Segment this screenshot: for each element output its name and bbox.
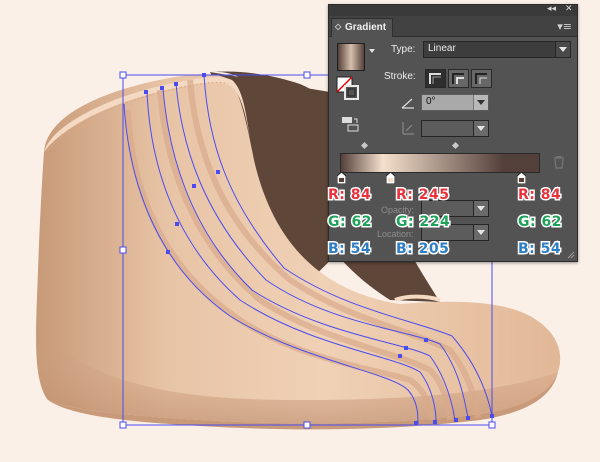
type-select-arrow-icon[interactable] [555, 42, 570, 57]
anchor-point[interactable] [174, 82, 178, 86]
type-select-value: Linear [428, 43, 456, 54]
opacity-select-arrow-icon[interactable] [473, 201, 488, 216]
aspect-ratio-icon [402, 122, 414, 135]
resize-grip-icon[interactable] [567, 251, 575, 259]
location-select-arrow-icon[interactable] [473, 225, 488, 240]
stroke-label: Stroke: [384, 71, 416, 82]
bbox-handle[interactable] [303, 421, 311, 429]
tab-gradient[interactable]: ◇ Gradient [331, 18, 393, 37]
bbox-handle[interactable] [488, 421, 496, 429]
anchor-point[interactable] [166, 250, 170, 254]
stop3-green-value: G: 62 [517, 213, 563, 232]
reverse-gradient-icon[interactable] [341, 116, 359, 132]
aspect-ratio-select[interactable] [421, 120, 489, 137]
close-x-icon[interactable]: ✕ [565, 4, 573, 14]
aspect-ratio-select-arrow-icon[interactable] [473, 121, 488, 136]
anchor-point[interactable] [192, 184, 196, 188]
angle-select-arrow-icon[interactable] [473, 95, 488, 110]
stop1-blue-value: B: 54 [326, 240, 372, 259]
stop2-green-value: G: 224 [394, 213, 451, 232]
gradient-stop-dark-left[interactable] [337, 172, 346, 184]
anchor-point[interactable] [404, 346, 408, 350]
gradient-slider-bar[interactable] [340, 153, 540, 173]
stroke-along-icon [452, 73, 464, 84]
angle-select[interactable]: 0° [421, 94, 489, 111]
angle-icon [401, 98, 414, 109]
stop1-green-value: G: 62 [327, 213, 373, 232]
bbox-handle[interactable] [119, 421, 127, 429]
anchor-point[interactable] [490, 414, 494, 418]
type-label: Type: [391, 44, 416, 55]
double-left-chevron-icon[interactable]: ◂◂ [547, 4, 556, 14]
bbox-handle[interactable] [119, 71, 127, 79]
anchor-point[interactable] [144, 90, 148, 94]
stop2-red-value: R: 245 [394, 186, 450, 205]
anchor-point[interactable] [202, 73, 206, 77]
anchor-point[interactable] [216, 170, 220, 174]
gradient-preview-swatch[interactable] [337, 43, 365, 71]
stroke-within-button[interactable] [425, 69, 446, 88]
panel-tab-row: ◇ Gradient ▾≡ [329, 16, 577, 37]
angle-value: 0° [426, 96, 436, 107]
anchor-point[interactable] [466, 416, 470, 420]
swatch-dropdown-arrow-icon[interactable] [369, 49, 375, 53]
fill-stroke-indicator[interactable] [336, 76, 360, 102]
gradient-midpoint-diamond[interactable] [360, 141, 369, 150]
stop3-blue-value: B: 54 [516, 240, 562, 259]
bbox-handle[interactable] [303, 71, 311, 79]
gradient-midpoint-diamond[interactable] [451, 141, 460, 150]
gradient-stop-dark-right[interactable] [517, 172, 526, 184]
bbox-handle[interactable] [119, 246, 127, 254]
location-label: Location: [377, 229, 414, 239]
stroke-across-icon [475, 73, 487, 84]
trash-icon[interactable] [553, 156, 565, 169]
stop1-red-value: R: 84 [326, 186, 372, 205]
fill-stroke-icon [336, 76, 359, 100]
tab-gradient-label: Gradient [345, 22, 387, 33]
stroke-along-button[interactable] [448, 69, 469, 88]
stroke-across-button[interactable] [471, 69, 492, 88]
tab-collapse-arrow-icon[interactable]: ◇ [335, 22, 341, 31]
panel-menu-icon[interactable]: ▾≡ [557, 20, 572, 33]
type-select[interactable]: Linear [423, 41, 571, 58]
anchor-point[interactable] [424, 338, 428, 342]
anchor-point[interactable] [175, 222, 179, 226]
stop3-red-value: R: 84 [516, 186, 562, 205]
panel-title-bar[interactable]: ◂◂ ✕ [329, 4, 577, 16]
anchor-point[interactable] [160, 86, 164, 90]
stop2-blue-value: B: 205 [394, 240, 450, 259]
anchor-point[interactable] [414, 421, 418, 425]
stroke-within-icon [429, 73, 441, 84]
anchor-point[interactable] [454, 418, 458, 422]
anchor-point[interactable] [433, 420, 437, 424]
gradient-stop-light[interactable] [386, 172, 395, 184]
anchor-point[interactable] [398, 354, 402, 358]
